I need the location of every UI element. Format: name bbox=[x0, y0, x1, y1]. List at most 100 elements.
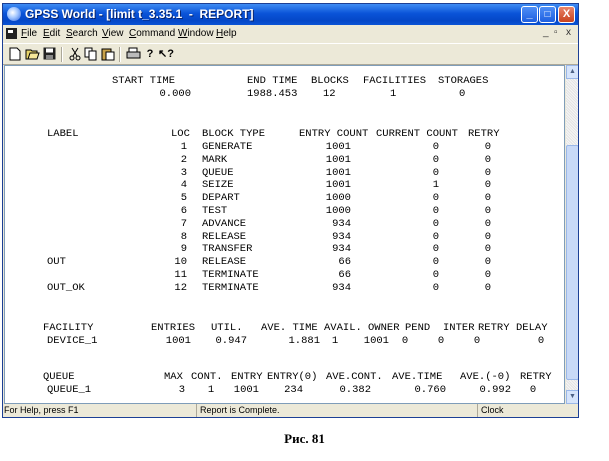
block-type: QUEUE bbox=[202, 166, 234, 179]
block-current-count: 1 bbox=[432, 179, 439, 192]
header-facilities: FACILITIES bbox=[363, 75, 427, 87]
mdi-restore-button[interactable]: ▫ bbox=[554, 27, 558, 38]
header-storages: STORAGES bbox=[438, 75, 489, 87]
context-help-icon[interactable]: ↖? bbox=[158, 47, 174, 62]
report-text-area[interactable]: START TIME END TIME BLOCKS FACILITIES ST… bbox=[4, 65, 565, 404]
block-loc: 7 bbox=[180, 217, 187, 230]
block-current-count: 0 bbox=[432, 166, 439, 179]
menu-window[interactable]: Window bbox=[178, 28, 214, 39]
value-facilities: 1 bbox=[390, 88, 397, 100]
open-icon[interactable] bbox=[24, 47, 40, 62]
menu-search[interactable]: Search bbox=[66, 28, 98, 39]
facility-pend: 0 bbox=[401, 335, 409, 347]
header-entries: ENTRIES bbox=[151, 322, 196, 334]
menu-command[interactable]: Command bbox=[129, 28, 175, 39]
block-current-count: 0 bbox=[432, 217, 439, 230]
queue-name: QUEUE_1 bbox=[47, 384, 92, 396]
block-type: ADVANCE bbox=[202, 217, 247, 230]
header-facility-retry: RETRY bbox=[478, 322, 510, 334]
block-type: TERMINATE bbox=[202, 269, 259, 281]
block-retry: 0 bbox=[484, 243, 491, 256]
header-start-time: START TIME bbox=[112, 75, 176, 87]
gpss-app-icon[interactable] bbox=[7, 7, 21, 21]
facility-name: DEVICE_1 bbox=[47, 335, 98, 347]
block-current-count: 0 bbox=[432, 281, 439, 294]
value-blocks: 12 bbox=[323, 88, 336, 100]
scroll-down-icon[interactable]: ▼ bbox=[566, 390, 578, 404]
toolbar: ? ↖? bbox=[3, 43, 578, 65]
new-icon[interactable] bbox=[7, 47, 23, 62]
block-label: OUT bbox=[47, 256, 66, 269]
menu-view[interactable]: View bbox=[102, 28, 124, 39]
help-icon[interactable]: ? bbox=[142, 47, 158, 62]
block-loc: 8 bbox=[180, 230, 187, 243]
document-icon[interactable] bbox=[6, 28, 17, 39]
block-retry: 0 bbox=[484, 205, 491, 217]
maximize-button[interactable]: □ bbox=[539, 6, 556, 23]
block-current-count: 0 bbox=[432, 192, 439, 205]
block-entry-count: 66 bbox=[338, 269, 351, 281]
header-block-type: BLOCK TYPE bbox=[202, 128, 266, 140]
title-bar[interactable]: GPSS World - [limit t_3.35.1 - REPORT] _… bbox=[3, 4, 578, 25]
print-icon[interactable] bbox=[125, 47, 141, 62]
block-retry: 0 bbox=[484, 141, 491, 153]
menu-file[interactable]: File bbox=[21, 28, 37, 39]
block-retry: 0 bbox=[484, 166, 491, 179]
cut-icon[interactable] bbox=[67, 47, 83, 62]
copy-icon[interactable] bbox=[83, 47, 99, 62]
header-avail: AVAIL. bbox=[324, 322, 362, 334]
block-loc: 12 bbox=[174, 281, 187, 294]
header-blocks: BLOCKS bbox=[311, 75, 349, 87]
header-pend: PEND bbox=[405, 322, 431, 334]
status-bar: For Help, press F1 Report is Complete. C… bbox=[3, 404, 578, 417]
header-delay: DELAY bbox=[516, 322, 548, 334]
block-current-count: 0 bbox=[432, 153, 439, 166]
queue-entry-zero: 234 bbox=[284, 384, 303, 396]
block-retry: 0 bbox=[484, 230, 491, 243]
facility-ave-time: 1.881 bbox=[288, 335, 320, 347]
block-loc: 4 bbox=[180, 179, 187, 192]
block-loc: 11 bbox=[174, 269, 187, 281]
block-loc: 5 bbox=[180, 192, 187, 205]
block-entry-count: 934 bbox=[332, 230, 351, 243]
save-icon[interactable] bbox=[41, 47, 57, 62]
facility-avail: 1 bbox=[331, 335, 339, 347]
block-loc: 9 bbox=[180, 243, 187, 256]
scroll-up-icon[interactable]: ▲ bbox=[566, 65, 578, 79]
block-label: OUT_OK bbox=[47, 281, 85, 294]
figure-caption: Рис. 81 bbox=[284, 431, 325, 446]
minimize-button[interactable]: _ bbox=[521, 6, 538, 23]
block-current-count: 0 bbox=[432, 269, 439, 281]
toolbar-separator bbox=[61, 47, 63, 62]
header-queue-ave-time: AVE.TIME bbox=[392, 371, 443, 383]
status-message: Report is Complete. bbox=[196, 404, 476, 417]
mdi-minimize-button[interactable]: _ bbox=[543, 27, 549, 38]
block-retry: 0 bbox=[484, 217, 491, 230]
block-entry-count: 1000 bbox=[325, 205, 351, 217]
facility-owner: 1001 bbox=[363, 335, 389, 347]
header-end-time: END TIME bbox=[247, 75, 298, 87]
vertical-scrollbar[interactable]: ▲ ▼ bbox=[566, 65, 578, 404]
block-loc: 6 bbox=[180, 205, 187, 217]
paste-icon[interactable] bbox=[100, 47, 116, 62]
block-current-count: 0 bbox=[432, 230, 439, 243]
facility-util: 0.947 bbox=[215, 335, 247, 347]
block-entry-count: 1000 bbox=[325, 192, 351, 205]
scroll-thumb[interactable] bbox=[566, 145, 578, 380]
block-retry: 0 bbox=[484, 269, 491, 281]
close-button[interactable]: X bbox=[558, 6, 575, 23]
mdi-close-button[interactable]: x bbox=[566, 27, 571, 38]
header-loc: LOC bbox=[171, 128, 190, 140]
menu-help[interactable]: Help bbox=[216, 28, 237, 39]
header-entry-zero: ENTRY(0) bbox=[267, 371, 318, 383]
queue-cont: 1 bbox=[207, 384, 215, 396]
header-ave-time: AVE. TIME bbox=[261, 322, 318, 334]
block-type: MARK bbox=[202, 153, 228, 166]
block-entry-count: 934 bbox=[332, 281, 351, 294]
queue-retry: 0 bbox=[529, 384, 537, 396]
block-type: SEIZE bbox=[202, 179, 234, 192]
menu-edit[interactable]: Edit bbox=[43, 28, 60, 39]
status-clock: Clock bbox=[477, 404, 578, 417]
block-retry: 0 bbox=[484, 179, 491, 192]
header-facility: FACILITY bbox=[43, 322, 94, 334]
